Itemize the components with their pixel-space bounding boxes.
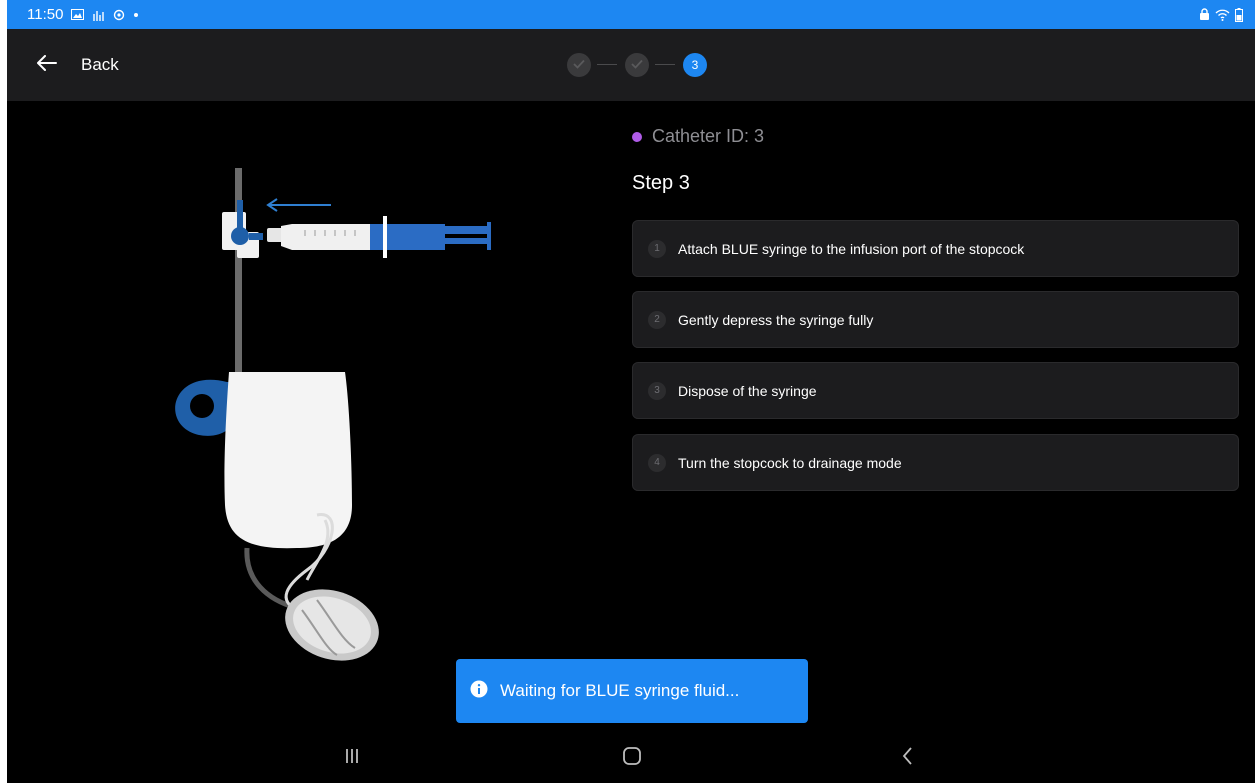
gallery-icon: [71, 9, 85, 20]
waiting-toast: Waiting for BLUE syringe fluid...: [456, 659, 808, 723]
checkmark-icon: [631, 56, 643, 74]
checkmark-icon: [573, 56, 585, 74]
catheter-id-row: Catheter ID: 3: [632, 126, 764, 147]
status-bar: 11:50: [7, 0, 1255, 29]
arrow-left-icon: [37, 54, 57, 76]
status-right: [1199, 7, 1243, 22]
battery-icon: [1235, 7, 1243, 22]
instruction-text: Attach BLUE syringe to the infusion port…: [678, 240, 1025, 257]
back-button[interactable]: Back: [37, 47, 119, 83]
recent-apps-button[interactable]: [332, 743, 372, 773]
stepper-connector: [655, 64, 675, 65]
step-1-completed: [567, 53, 591, 77]
lock-icon: [1199, 8, 1210, 21]
info-icon: [470, 680, 488, 703]
instruction-number: 3: [648, 381, 666, 400]
catheter-id-label: Catheter ID: 3: [652, 126, 765, 146]
progress-stepper: 3: [565, 51, 707, 79]
catheter-status-dot: [632, 131, 642, 142]
system-navigation-bar: [7, 733, 1255, 783]
instruction-number: 4: [648, 453, 666, 472]
recent-apps-icon: [343, 747, 361, 770]
instruction-item: 1 Attach BLUE syringe to the infusion po…: [632, 220, 1239, 277]
instruction-item: 2 Gently depress the syringe fully: [632, 291, 1239, 348]
nav-back-icon: [901, 746, 913, 771]
toast-message: Waiting for BLUE syringe fluid...: [500, 681, 740, 700]
wifi-icon: [1215, 9, 1230, 21]
status-time: 11:50: [27, 6, 64, 23]
signal-activity-icon: [92, 9, 105, 21]
status-left: 11:50: [27, 6, 139, 23]
instruction-item: 3 Dispose of the syringe: [632, 362, 1239, 419]
sync-icon: [113, 9, 125, 21]
app-bar: Back 3: [7, 29, 1255, 101]
stepper-connector: [597, 64, 617, 65]
home-button[interactable]: [612, 743, 652, 773]
instruction-number: 1: [648, 239, 666, 258]
instruction-text: Dispose of the syringe: [678, 382, 817, 399]
nav-back-button[interactable]: [887, 743, 927, 773]
step-title: Step 3: [632, 172, 690, 194]
instruction-item: 4 Turn the stopcock to drainage mode: [632, 434, 1239, 491]
instruction-text: Turn the stopcock to drainage mode: [678, 454, 902, 471]
instruction-number: 2: [648, 310, 666, 329]
app-screen: 11:50 Back 3 Catheter ID: 3 Step 3 1 Att…: [7, 0, 1255, 783]
home-icon: [622, 746, 642, 771]
dot-icon: [133, 12, 139, 18]
instruction-text: Gently depress the syringe fully: [678, 311, 874, 328]
back-label: Back: [81, 55, 119, 74]
step-2-completed: [625, 53, 649, 77]
step-3-active: 3: [683, 53, 707, 77]
catheter-drainage-illustration: [157, 160, 517, 670]
